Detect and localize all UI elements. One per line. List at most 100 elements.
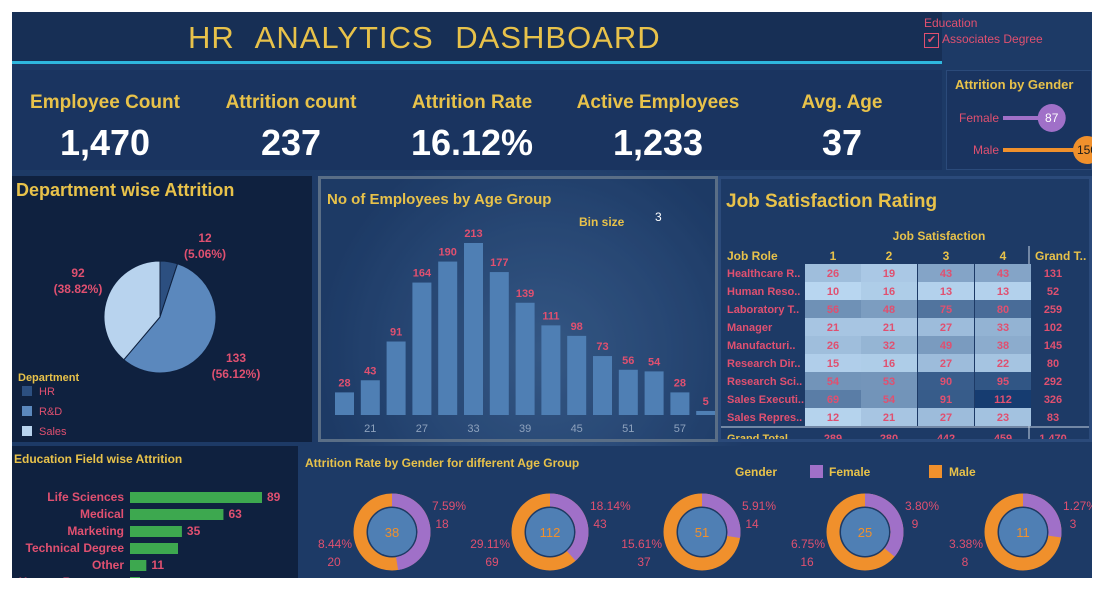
cell-value: 15 bbox=[827, 358, 839, 370]
kpi-strip: Employee Count 1,470 Attrition count 237… bbox=[12, 70, 942, 170]
field-label: Marketing bbox=[67, 524, 124, 538]
gender-value: 87 bbox=[1045, 111, 1059, 125]
legend-swatch bbox=[22, 406, 32, 416]
cell-value: 33 bbox=[997, 322, 1009, 334]
field-value: 35 bbox=[187, 524, 201, 538]
hr-dashboard: HR ANALYTICS DASHBOARD Education ✔ Associ… bbox=[12, 12, 1092, 578]
cell-value: 43 bbox=[997, 268, 1009, 280]
cell-value: 75 bbox=[940, 304, 952, 316]
cell-value: 95 bbox=[997, 376, 1009, 388]
age-group-label: 35 - 44 bbox=[683, 577, 721, 578]
bar-value-label: 213 bbox=[464, 228, 482, 240]
education-filter[interactable]: Education ✔ Associates Degree bbox=[924, 16, 1084, 48]
x-tick-label: 33 bbox=[467, 423, 479, 435]
kpi-label: Avg. Age bbox=[801, 92, 883, 113]
cell-value: 23 bbox=[997, 412, 1009, 424]
x-tick-label: 51 bbox=[622, 423, 634, 435]
female-count-label: 3 bbox=[1070, 517, 1077, 531]
department-pie-chart: 12 (5.06%) 133 (56.12%) 92 (38.82%) Department… bbox=[18, 231, 261, 438]
female-pct-label: 5.91% bbox=[742, 499, 776, 513]
bar-value-label: 177 bbox=[490, 257, 508, 269]
legend-label: HR bbox=[39, 386, 55, 398]
filter-option[interactable]: Associates Degree bbox=[942, 32, 1043, 46]
row-total: 83 bbox=[1047, 412, 1059, 424]
job-satisfaction-table: Job SatisfactionJob Role 1 2 3 4 Grand T..Hea… bbox=[721, 229, 1089, 439]
gender-lollipop-chart: Female 87 Male 150 bbox=[959, 104, 1092, 164]
table-header: Job Role bbox=[727, 249, 778, 263]
checkbox-icon[interactable]: ✔ bbox=[924, 33, 939, 48]
field-label: Other bbox=[92, 558, 124, 572]
slice-pct-label: (38.82%) bbox=[54, 282, 103, 296]
legend-swatch bbox=[22, 386, 32, 396]
job-role-label: Human Reso.. bbox=[727, 286, 800, 298]
cell-value: 32 bbox=[883, 340, 895, 352]
cell-value: 69 bbox=[827, 394, 839, 406]
field-value: 11 bbox=[151, 558, 164, 572]
grand-total-value: 442 bbox=[937, 433, 955, 439]
male-pct-label: 8.44% bbox=[318, 537, 352, 551]
age-group-label: 45 - 54 bbox=[846, 577, 884, 578]
cell-value: 13 bbox=[940, 286, 952, 298]
cell-value: 38 bbox=[997, 340, 1009, 352]
grand-total-value: 280 bbox=[880, 433, 898, 439]
cell-value: 53 bbox=[883, 376, 895, 388]
field-value: 89 bbox=[267, 490, 281, 504]
kpi-value: 37 bbox=[821, 122, 863, 163]
cell-value: 21 bbox=[883, 322, 895, 334]
cell-value: 27 bbox=[940, 358, 952, 370]
cell-value: 49 bbox=[940, 340, 952, 352]
kpi-active-employees: Active Employees 1,233 bbox=[574, 92, 742, 164]
age-bar bbox=[567, 335, 587, 415]
bar-value-label: 164 bbox=[413, 268, 432, 280]
kpi-value: 16.12% bbox=[410, 122, 534, 163]
age-group-label: 25 - 34 bbox=[531, 577, 569, 578]
kpi-attrition-rate: Attrition Rate 16.12% bbox=[404, 92, 540, 164]
age-bar bbox=[515, 302, 535, 415]
x-tick-label: 45 bbox=[571, 423, 583, 435]
cell-value: 21 bbox=[883, 412, 895, 424]
field-bar bbox=[130, 526, 182, 537]
donut-total: 11 bbox=[1016, 525, 1030, 540]
cell-value: 16 bbox=[883, 358, 895, 370]
job-role-label: Sales Repres.. bbox=[727, 412, 802, 424]
cell-value: 19 bbox=[883, 268, 895, 280]
donut-total: 38 bbox=[385, 525, 399, 540]
bar-value-label: 139 bbox=[516, 288, 534, 300]
slice-value-label: 133 bbox=[226, 351, 246, 365]
kpi-attrition-count: Attrition count 237 bbox=[216, 92, 366, 164]
legend-swatch bbox=[22, 426, 32, 436]
row-total: 292 bbox=[1044, 376, 1062, 388]
female-count-label: 43 bbox=[593, 517, 607, 531]
field-bar bbox=[130, 577, 140, 578]
male-pct-label: 3.38% bbox=[949, 537, 983, 551]
bar-value-label: 5 bbox=[703, 396, 709, 408]
female-pct-label: 18.14% bbox=[590, 499, 631, 513]
cell-value: 91 bbox=[940, 394, 952, 406]
x-tick-label: 27 bbox=[416, 423, 428, 435]
kpi-value: 1,233 bbox=[612, 122, 704, 163]
kpi-label: Employee Count bbox=[30, 92, 180, 113]
cell-value: 112 bbox=[994, 394, 1012, 406]
age-bar bbox=[696, 410, 715, 415]
row-total: 131 bbox=[1044, 268, 1062, 280]
donut-total: 112 bbox=[540, 525, 561, 540]
grand-total-value: 289 bbox=[824, 433, 842, 439]
row-total: 145 bbox=[1044, 340, 1062, 352]
male-count-label: 69 bbox=[485, 555, 499, 569]
legend-label: R&D bbox=[39, 406, 62, 418]
age-bar bbox=[541, 325, 561, 415]
age-bar bbox=[464, 243, 483, 415]
slice-value-label: 12 bbox=[198, 231, 212, 245]
job-role-label: Laboratory T.. bbox=[727, 304, 799, 316]
x-tick-label: 57 bbox=[674, 423, 686, 435]
bar-value-label: 28 bbox=[338, 377, 350, 389]
dashboard-title: HR ANALYTICS DASHBOARD bbox=[188, 20, 661, 55]
bar-value-label: 190 bbox=[439, 247, 457, 259]
cell-value: 54 bbox=[827, 376, 840, 388]
cell-value: 43 bbox=[940, 268, 952, 280]
bar-value-label: 111 bbox=[542, 310, 559, 322]
gender-age-panel: Attrition Rate by Gender for different A… bbox=[302, 446, 1092, 578]
slice-pct-label: (56.12%) bbox=[212, 367, 261, 381]
age-bar bbox=[618, 369, 638, 415]
cell-value: 12 bbox=[827, 412, 839, 424]
